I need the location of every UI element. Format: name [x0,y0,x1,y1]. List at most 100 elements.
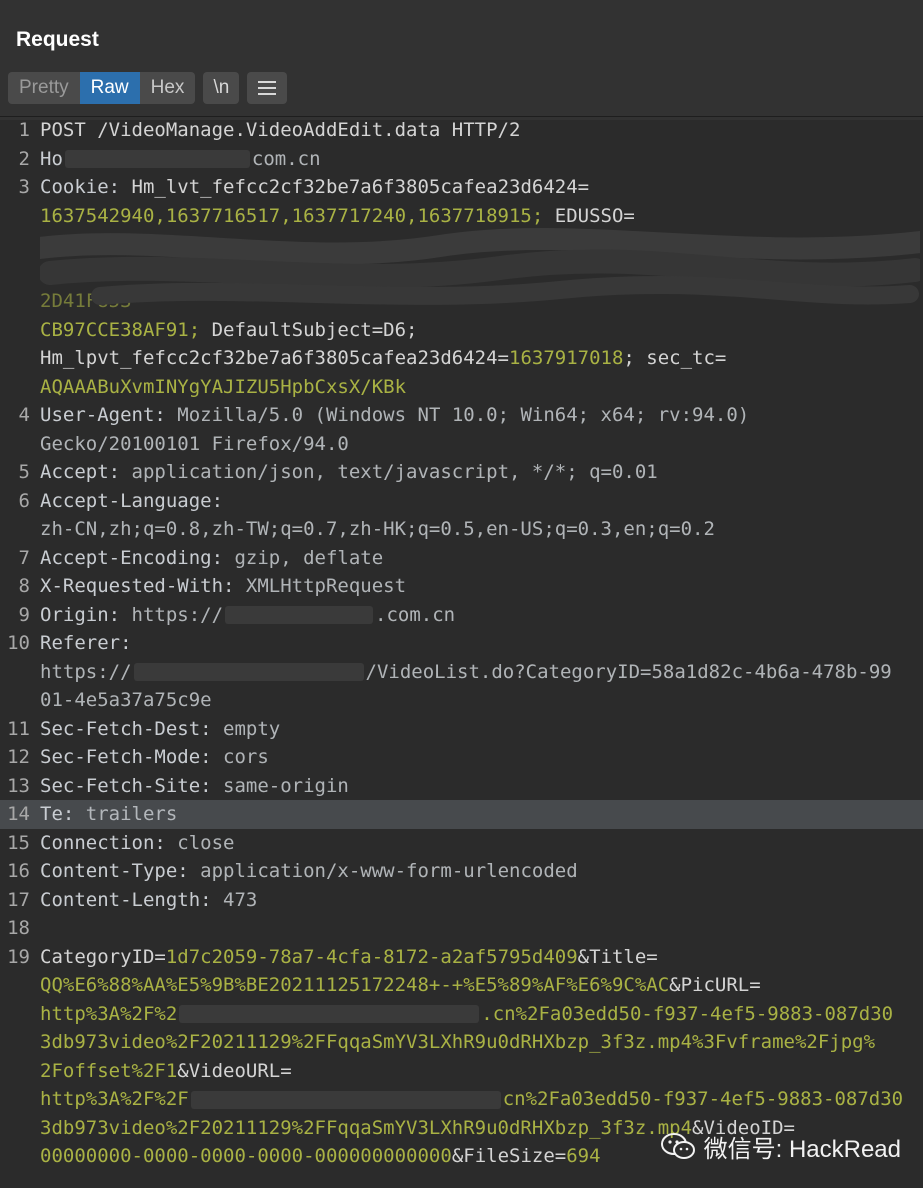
editor-row: Gecko/20100101 Firefox/94.0 [0,430,923,459]
editor-row: 12 Sec-Fetch-Mode: cors [0,743,923,772]
redaction-scribble [40,228,920,305]
wechat-icon [660,1132,695,1159]
accept-key: Accept: [40,461,132,483]
connection-value: close [177,831,235,854]
param-name: CategoryID= [40,945,166,968]
redacted-referer [133,663,364,681]
user-agent-value: Mozilla/5.0 (Windows NT 10.0; Win64; x64… [177,404,750,426]
body-continuation: http%3A%2F%2 .cn%2Fa03edd50-f937-4ef5-988… [40,1000,893,1029]
referer-scheme: https:// [40,660,132,683]
editor-row: 6 Accept-Language: [0,487,923,516]
show-newlines-button[interactable]: \n [203,72,240,104]
editor-row: 13 Sec-Fetch-Site: same-origin [0,772,923,801]
line-number: 12 [7,746,30,768]
line-number: 14 [7,803,30,825]
tab-pretty[interactable]: Pretty [8,72,80,104]
referer-continuation: https:// /VideoList.do?CategoryID=58a1d82… [40,658,892,687]
line-number: 16 [7,860,30,882]
editor-row: CB97CCE38AF91; DefaultSubject=D6; [0,316,923,345]
line-number: 8 [18,575,30,597]
host-key-fragment: Ho [40,147,63,170]
user-agent-continuation: Gecko/20100101 Firefox/94.0 [40,430,349,459]
param-value: 3db973video%2F20211129%2FFqqaSmYV3LXhR9u… [40,1116,693,1139]
line-number: 13 [7,774,30,797]
editor-row: 15 Connection: close [0,829,923,858]
param-value: 1d7c2059-78a7-4cfa-8172-a2af5795d409 [165,945,578,968]
content-type-header: Content-Type: application/x-www-form-url… [40,857,578,886]
line-number: 1 [18,119,30,141]
cookie-value: CB97CCE38AF91; [40,318,212,341]
accept-language-value: zh-CN,zh;q=0.8,zh-TW;q=0.7,zh-HK;q=0.5,e… [40,518,715,540]
param-value: http%3A%2F%2 [40,1002,178,1025]
line-number: 5 [18,461,30,483]
param-value: cn%2Fa03edd50-f937-4ef5-9883-087d30 [502,1088,904,1110]
accept-encoding-value: gzip, deflate [234,546,384,569]
sec-fetch-mode-key: Sec-Fetch-Mode: [40,746,224,768]
connection-key: Connection: [40,831,178,854]
param-name: &Title= [577,945,658,968]
editor-row: 17 Content-Length: 473 [0,886,923,915]
editor-row: AQAAABuXvmINYgYAJIZU5HpbCxsX/KBk [0,373,923,402]
line-number: 7 [18,546,30,569]
param-value: 00000000-0000-0000-0000-000000000000 [40,1145,452,1167]
editor-row: 1637542940,1637716517,1637717240,1637718… [0,202,923,231]
line-number: 18 [7,917,30,939]
cookie-continuation: Hm_lpvt_fefcc2cf32be7a6f3805cafea23d6424… [40,344,726,373]
editor-row: 5 Accept: application/json, text/javascr… [0,458,923,487]
content-length-header: Content-Length: 473 [40,886,257,915]
content-type-value: application/x-www-form-urlencoded [200,860,578,882]
tab-hex[interactable]: Hex [140,72,196,104]
accept-encoding-key: Accept-Encoding: [40,546,235,569]
editor-row: 8 X-Requested-With: XMLHttpRequest [0,572,923,601]
line-number: 3 [18,176,30,198]
param-value: http%3A%2F%2F [40,1088,189,1110]
accept-language-key: Accept-Language: [40,489,224,512]
origin-domain: .com.cn [375,603,456,626]
referer-path: /VideoList.do?CategoryID=58a1d82c-4b6a-4… [365,660,892,683]
body-continuation: http%3A%2F%2F cn%2Fa03edd50-f937-4ef5-988… [40,1085,903,1114]
connection-header: Connection: close [40,829,234,858]
tab-raw[interactable]: Raw [79,72,140,104]
referer-path: 01-4e5a37a75c9e [40,689,212,711]
editor-row: QQ%E6%88%AA%E5%9B%BE20211125172248+-+%E5… [0,971,923,1000]
content-length-value: 473 [223,888,258,911]
origin-key: Origin: [40,603,132,626]
cookie-value: AQAAABuXvmINYgYAJIZU5HpbCxsX/KBk [40,375,407,398]
sec-fetch-dest-header: Sec-Fetch-Dest: empty [40,715,280,744]
referer-continuation: 01-4e5a37a75c9e [40,686,212,715]
cookie-value: 1637542940,1637716517,1637717240,1637718… [40,204,555,227]
editor-row: 4 User-Agent: Mozilla/5.0 (Windows NT 10… [0,401,923,430]
raw-request-editor[interactable]: 1 POST /VideoManage.VideoAddEdit.data HT… [0,116,923,1188]
param-value: QQ%E6%88%AA%E5%9B%BE20211125172248+-+%E5… [40,974,670,996]
param-value: .cn%2Fa03edd50-f937-4ef5-9883-087d30 [481,1002,894,1025]
cookie-name: Hm_lpvt_fefcc2cf32be7a6f3805cafea23d6424… [40,347,509,369]
user-agent-value: Gecko/20100101 Firefox/94.0 [40,432,349,455]
request-line-text: POST /VideoManage.VideoAddEdit.data HTTP… [40,119,521,141]
panel-title: Request [16,28,99,51]
accept-language-header: Accept-Language: [40,487,223,516]
sec-fetch-site-value: same-origin [223,774,349,797]
editor-row: 7 Accept-Encoding: gzip, deflate [0,544,923,573]
line-number: 10 [7,632,30,654]
accept-header: Accept: application/json, text/javascrip… [40,458,658,487]
cookie-continuation: 1637542940,1637716517,1637717240,1637718… [40,202,635,231]
cookie-name: EDUSSO= [554,204,635,227]
editor-row: 3 Cookie: Hm_lvt_fefcc2cf32be7a6f3805caf… [0,173,923,202]
wechat-watermark: 微信号: HackRead [660,1129,901,1164]
redacted-origin [225,606,374,624]
param-value: 3db973video%2F20211129%2FFqqaSmYV3LXhR9u… [40,1031,876,1053]
sec-fetch-mode-value: cors [223,746,269,768]
editor-row: 2 Ho com.cn [0,145,923,174]
cookie-key: Cookie: [40,176,132,198]
line-number: 11 [7,717,30,740]
editor-row: http%3A%2F%2 .cn%2Fa03edd50-f937-4ef5-988… [0,1000,923,1029]
x-requested-with-header: X-Requested-With: XMLHttpRequest [40,572,406,601]
editor-row: 16 Content-Type: application/x-www-form-… [0,857,923,886]
sec-fetch-dest-key: Sec-Fetch-Dest: [40,717,224,740]
body-continuation: 3db973video%2F20211129%2FFqqaSmYV3LXhR9u… [40,1028,875,1057]
param-value: 694 [566,1145,601,1167]
sec-fetch-site-header: Sec-Fetch-Site: same-origin [40,772,349,801]
te-key: Te: [40,803,86,825]
editor-row: 3db973video%2F20211129%2FFqqaSmYV3LXhR9u… [0,1028,923,1057]
options-menu-button[interactable] [247,72,288,104]
